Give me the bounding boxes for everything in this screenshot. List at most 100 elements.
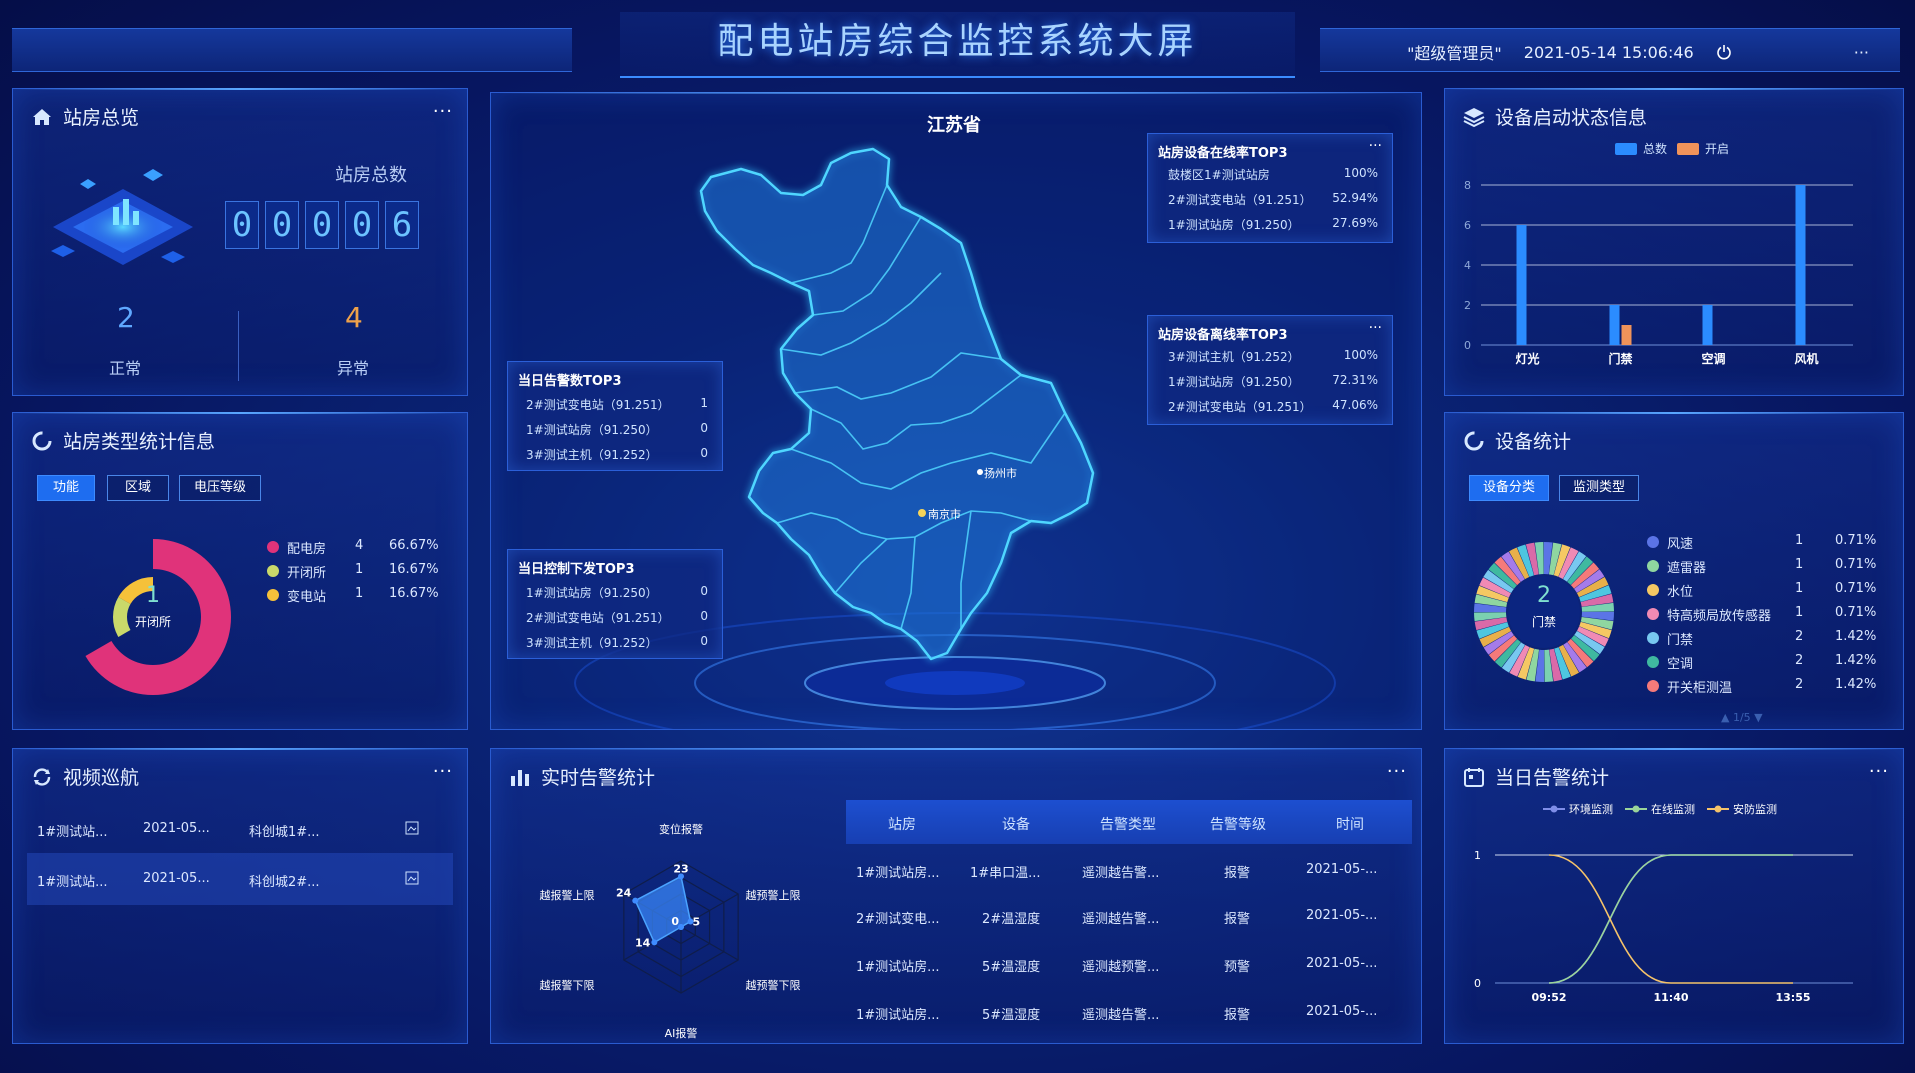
cell-time: 2021-05-... <box>1306 862 1378 877</box>
station-total-label: 站房总数 <box>335 165 407 186</box>
online-row-value: 52.94% <box>1332 191 1378 205</box>
x-tick-label: 09:52 <box>1531 991 1566 1004</box>
cell-device: 1#串口温... <box>970 866 1041 881</box>
refresh-icon <box>31 766 53 788</box>
legend-total: 总数 <box>1643 142 1668 156</box>
datetime: 2021-05-14 15:06:46 <box>1523 42 1694 62</box>
legend-pct: 1.42% <box>1835 629 1877 644</box>
power-icon[interactable] <box>1716 44 1732 60</box>
overview-more-button[interactable]: ··· <box>433 101 453 122</box>
video-location: 科创城1#... <box>249 825 320 840</box>
pager-prev[interactable]: ▲ <box>1721 711 1729 724</box>
total-digit-4: 0 <box>345 201 379 249</box>
tab-function[interactable]: 功能 <box>37 475 95 501</box>
overview-divider <box>238 311 239 381</box>
cell-alarm-type: 遥测越告警... <box>1082 912 1160 927</box>
city-marker-nanjing <box>918 509 926 517</box>
cell-device: 5#温湿度 <box>982 1008 1041 1023</box>
normal-label: 正常 <box>109 359 142 378</box>
legend-dot <box>1647 656 1659 668</box>
col-time: 时间 <box>1336 817 1364 833</box>
online-row-value: 100% <box>1343 166 1378 180</box>
video-more-button[interactable]: ··· <box>433 761 453 782</box>
pie-icon <box>31 430 53 452</box>
daily-alarm-more-button[interactable]: ··· <box>1869 761 1889 782</box>
legend-dot-pdf <box>267 541 279 553</box>
video-play-icon[interactable] <box>405 821 419 835</box>
legend-marker <box>1714 805 1722 813</box>
video-date: 2021-05... <box>143 871 210 886</box>
pager-next[interactable]: ▼ <box>1754 711 1762 724</box>
realtime-more-button[interactable]: ··· <box>1387 761 1407 782</box>
total-digit-3: 0 <box>305 201 339 249</box>
legend-dot <box>1647 584 1659 596</box>
control-top3-title: 当日控制下发TOP3 <box>518 562 635 577</box>
tab-monitor-type[interactable]: 监测类型 <box>1559 475 1639 501</box>
legend-name: 特高频局放传感器 <box>1667 609 1772 624</box>
abnormal-label: 异常 <box>337 359 370 378</box>
control-top3-box: 当日控制下发TOP3 1#测试站房（91.250） 0 2#测试变电站（91.2… <box>507 549 723 659</box>
alarm-row-name: 3#测试主机（91.252） <box>526 448 658 462</box>
legend-dot-bdz <box>267 589 279 601</box>
offline-row-name: 1#测试站房（91.250） <box>1168 375 1300 389</box>
legend-dot-kbs <box>267 565 279 577</box>
offline-row-name: 3#测试主机（91.252） <box>1168 350 1300 364</box>
tab-region[interactable]: 区域 <box>107 475 169 501</box>
alarm-table-header: 站房 设备 告警类型 告警等级 时间 <box>846 800 1412 844</box>
series-line <box>1548 854 1793 984</box>
cell-time: 2021-05-... <box>1306 908 1378 923</box>
cell-station: 1#测试站房... <box>856 866 940 881</box>
control-row-value: 0 <box>700 634 708 648</box>
header-more-button[interactable]: ··· <box>1854 43 1869 62</box>
radar-value-label: 14 <box>635 936 651 949</box>
table-row[interactable]: 2#测试变电... 2#温湿度 遥测越告警... 报警 2021-05-... <box>846 894 1412 940</box>
city-label-yangzhou[interactable]: 扬州市 <box>984 465 1017 481</box>
map-panel: 江苏省 扬州市 南京市 站房设备在线率TOP3 ··· 鼓楼区1#测试站房 10… <box>490 92 1422 730</box>
alarm-top3-title: 当日告警数TOP3 <box>518 374 622 389</box>
pager: ▲ 1/5 ▼ <box>1721 711 1763 724</box>
city-label-nanjing[interactable]: 南京市 <box>928 506 961 522</box>
table-row[interactable]: 1#测试站房... 1#串口温... 遥测越告警... 报警 2021-05-.… <box>846 848 1412 894</box>
device-stats-title: 设备统计 <box>1463 427 1571 454</box>
y-tick-label: 0 <box>1464 339 1471 352</box>
device-donut-label: 门禁 <box>1531 615 1556 629</box>
video-row[interactable]: 1#测试站... 2021-05... 科创城1#... <box>27 805 453 853</box>
city-marker-yangzhou <box>977 469 983 475</box>
legend-pct: 0.71% <box>1835 557 1877 572</box>
online-top3-box: 站房设备在线率TOP3 ··· 鼓楼区1#测试站房 100% 2#测试变电站（9… <box>1147 133 1393 243</box>
alarm-row-name: 2#测试变电站（91.251） <box>526 398 670 412</box>
video-location: 科创城2#... <box>249 875 320 890</box>
radar-area <box>634 875 692 944</box>
radar-axis-label: 越预警上限 <box>746 888 801 902</box>
legend-pct: 16.67% <box>389 586 439 601</box>
cell-device: 2#温湿度 <box>982 912 1041 927</box>
video-title: 视频巡航 <box>31 763 139 790</box>
legend-pct: 16.67% <box>389 562 439 577</box>
type-stats-title: 站房类型统计信息 <box>31 427 215 454</box>
cell-station: 1#测试站房... <box>856 1008 940 1023</box>
table-row[interactable]: 1#测试站房... 5#温湿度 遥测越告警... 报警 2021-05-... <box>846 990 1412 1036</box>
radar-point <box>651 939 658 946</box>
legend-count: 1 <box>355 562 364 577</box>
online-top3-more[interactable]: ··· <box>1369 138 1382 154</box>
legend-count: 1 <box>355 586 364 601</box>
offline-row-value: 72.31% <box>1332 373 1378 387</box>
y-tick-label: 8 <box>1464 179 1471 192</box>
radar-value-label: 23 <box>673 862 688 875</box>
offline-top3-more[interactable]: ··· <box>1369 320 1382 336</box>
user-name[interactable]: "超级管理员" <box>1407 40 1502 64</box>
video-panel: 视频巡航 ··· 1#测试站... 2021-05... 科创城1#... 1#… <box>12 748 468 1044</box>
y-tick-label: 0 <box>1474 977 1481 990</box>
video-row[interactable]: 1#测试站... 2021-05... 科创城2#... <box>27 853 453 905</box>
video-play-icon[interactable] <box>405 871 419 885</box>
tab-voltage[interactable]: 电压等级 <box>179 475 261 501</box>
bar-total <box>1795 185 1806 345</box>
control-row-value: 0 <box>700 584 708 598</box>
online-top3-title: 站房设备在线率TOP3 <box>1158 146 1288 161</box>
tab-device-category[interactable]: 设备分类 <box>1469 475 1549 501</box>
legend-dot <box>1647 632 1659 644</box>
table-row[interactable]: 1#测试站房... 5#温湿度 遥测越预警... 预警 2021-05-... <box>846 942 1412 988</box>
x-tick-label: 13:55 <box>1775 991 1810 1004</box>
legend-dot <box>1647 560 1659 572</box>
station-illustration <box>51 169 193 265</box>
